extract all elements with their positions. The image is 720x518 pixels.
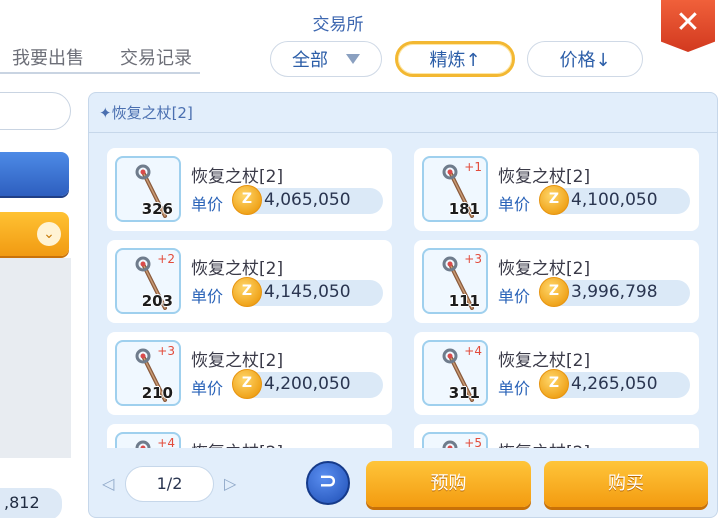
page-title: 交易所	[312, 15, 364, 35]
price-label: 单价	[191, 379, 224, 398]
listing-card[interactable]: +4 311 恢复之杖[2] 单价 Z 4,265,050	[414, 332, 699, 415]
item-name: 恢复之杖[2]	[498, 167, 591, 187]
listing-grid[interactable]: 326 恢复之杖[2] 单价 Z 4,065,050 +1 181 恢复之杖[2] 单价 Z 4,1…	[107, 148, 701, 448]
sort-refine-button[interactable]: 精炼↑	[395, 41, 515, 77]
refine-level: +2	[157, 252, 175, 266]
category-dropdown[interactable]: 全部	[270, 41, 382, 77]
item-price: 4,145,050	[264, 282, 351, 302]
zeny-coin-icon: Z	[539, 277, 569, 307]
refine-level: +1	[464, 160, 482, 174]
close-icon: ✕	[675, 4, 701, 40]
zeny-coin-icon: Z	[539, 369, 569, 399]
back-button[interactable]: ⊃	[306, 461, 350, 505]
price-label: 单价	[191, 287, 224, 306]
refine-level: +3	[157, 344, 175, 358]
item-name: 恢复之杖[2]	[191, 167, 284, 187]
currency-balance: ,812	[0, 488, 62, 518]
refine-level: +5	[464, 436, 482, 448]
listing-card[interactable]: +3 111 恢复之杖[2] 单价 Z 3,996,798	[414, 240, 699, 323]
zeny-coin-icon: Z	[232, 369, 262, 399]
item-quantity: 111	[448, 292, 480, 310]
refine-level: +4	[157, 436, 175, 448]
listing-card[interactable]: +3 210 恢复之杖[2] 单价 Z 4,200,050	[107, 332, 392, 415]
item-icon-slot: +1 181	[422, 156, 488, 222]
price-label: 单价	[498, 195, 531, 214]
item-icon-slot: +4	[115, 432, 181, 448]
item-quantity: 311	[448, 384, 480, 402]
price-label: 单价	[498, 379, 531, 398]
left-blue-button[interactable]	[0, 152, 69, 196]
item-name: 恢复之杖[2]	[498, 351, 591, 371]
chevron-down-icon: ⌄	[37, 222, 61, 246]
page-next-button[interactable]: ▷	[224, 474, 236, 493]
item-icon-slot: +5	[422, 432, 488, 448]
tab-underline	[0, 72, 200, 74]
item-name: 恢复之杖[2]	[191, 259, 284, 279]
price-label: 单价	[191, 195, 224, 214]
buy-button[interactable]: 购买	[544, 461, 708, 507]
item-quantity: 203	[141, 292, 173, 310]
listing-card[interactable]: +4恢复之杖[2]单价Z	[107, 424, 392, 448]
item-icon-slot: +3 210	[115, 340, 181, 406]
tab-sell[interactable]: 我要出售	[12, 44, 84, 70]
item-quantity: 210	[141, 384, 173, 402]
panel-header-title: ✦恢复之杖[2]	[99, 104, 193, 122]
item-price: 4,065,050	[264, 190, 351, 210]
price-label: 单价	[498, 287, 531, 306]
zeny-coin-icon: Z	[232, 185, 262, 215]
panel-header: ✦恢复之杖[2]	[89, 93, 717, 133]
listing-panel: ✦恢复之杖[2] 326 恢复之杖[2] 单价 Z 4,065,050 +1 181 恢复之杖…	[88, 92, 718, 518]
item-name: 恢复之杖[2]	[191, 438, 283, 448]
item-icon-slot: +4 311	[422, 340, 488, 406]
tab-trade-history[interactable]: 交易记录	[120, 44, 192, 70]
item-price: 3,996,798	[571, 282, 658, 302]
dropdown-caret-icon	[346, 54, 360, 64]
item-name: 恢复之杖[2]	[191, 351, 284, 371]
preorder-button[interactable]: 预购	[366, 461, 531, 507]
listing-card[interactable]: 326 恢复之杖[2] 单价 Z 4,065,050	[107, 148, 392, 231]
item-icon-slot: +2 203	[115, 248, 181, 314]
item-name: 恢复之杖[2]	[498, 259, 591, 279]
search-input[interactable]	[0, 92, 71, 130]
item-quantity: 326	[141, 200, 173, 218]
refine-level: +4	[464, 344, 482, 358]
close-button[interactable]: ✕	[661, 0, 715, 52]
item-icon-slot: +3 111	[422, 248, 488, 314]
item-price: 4,265,050	[571, 374, 658, 394]
listing-card[interactable]: +2 203 恢复之杖[2] 单价 Z 4,145,050	[107, 240, 392, 323]
listing-card[interactable]: +5恢复之杖[2]单价Z	[414, 424, 699, 448]
sort-price-button[interactable]: 价格↓	[527, 41, 643, 77]
page-indicator: 1/2	[125, 466, 214, 502]
refine-level: +3	[464, 252, 482, 266]
item-name: 恢复之杖[2]	[498, 438, 590, 448]
item-price: 4,100,050	[571, 190, 658, 210]
left-orange-dropdown[interactable]: ⌄	[0, 212, 69, 256]
item-icon-slot: 326	[115, 156, 181, 222]
left-list-area	[0, 258, 71, 458]
back-icon: ⊃	[318, 469, 338, 494]
listing-card[interactable]: +1 181 恢复之杖[2] 单价 Z 4,100,050	[414, 148, 699, 231]
item-quantity: 181	[448, 200, 480, 218]
category-dropdown-label: 全部	[292, 50, 328, 71]
item-price: 4,200,050	[264, 374, 351, 394]
zeny-coin-icon: Z	[232, 277, 262, 307]
zeny-coin-icon: Z	[539, 185, 569, 215]
page-prev-button[interactable]: ◁	[102, 474, 114, 493]
